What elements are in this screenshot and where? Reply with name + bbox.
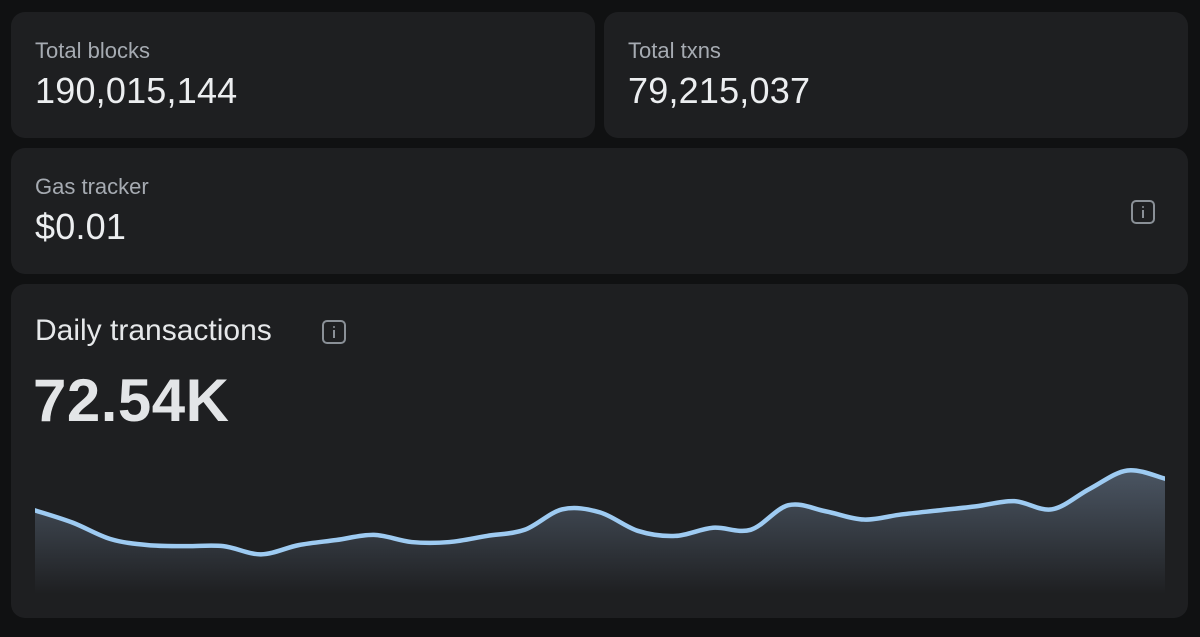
- gas-tracker-card: Gas tracker $0.01: [11, 148, 1188, 274]
- total-blocks-label: Total blocks: [35, 38, 150, 63]
- daily-transactions-value: 72.54K: [33, 367, 230, 434]
- daily-transactions-card: Daily transactions 72.54K: [11, 284, 1188, 618]
- daily-transactions-title: Daily transactions: [35, 314, 272, 347]
- chart-area-fill: [35, 470, 1165, 594]
- total-blocks-card: Total blocks 190,015,144: [11, 12, 595, 138]
- daily-transactions-chart: [35, 468, 1165, 594]
- gas-tracker-label: Gas tracker: [35, 174, 149, 199]
- total-blocks-value: 190,015,144: [35, 70, 238, 111]
- gas-tracker-value: $0.01: [35, 206, 127, 247]
- total-txns-value: 79,215,037: [628, 70, 811, 111]
- info-icon[interactable]: [322, 320, 346, 344]
- total-txns-card: Total txns 79,215,037: [604, 12, 1188, 138]
- info-icon[interactable]: [1131, 200, 1155, 224]
- total-txns-label: Total txns: [628, 38, 721, 63]
